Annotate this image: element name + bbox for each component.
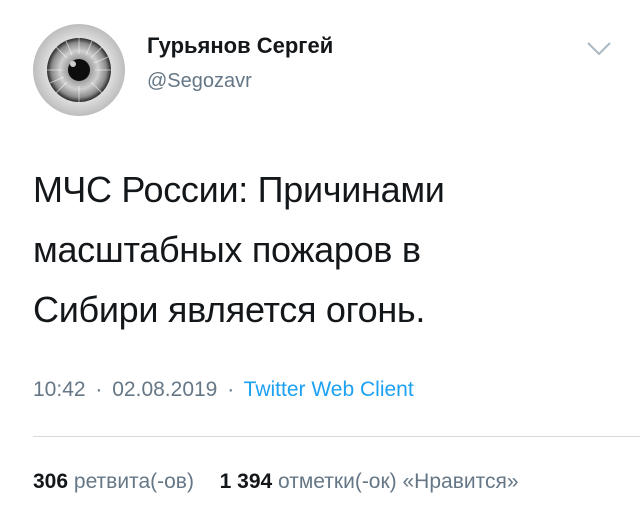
tweet-time[interactable]: 10:42 bbox=[33, 378, 86, 401]
divider bbox=[33, 436, 640, 437]
tweet-card: Гурьянов Сергей @Segozavr МЧС России: Пр… bbox=[0, 0, 640, 520]
avatar[interactable] bbox=[33, 24, 125, 116]
tweet-text-line: масштабных пожаров в bbox=[33, 229, 421, 270]
tweet-stats: 306 ретвита(-ов) 1 394 отметки(-ок) «Нра… bbox=[33, 470, 519, 494]
likes-label[interactable]: отметки(-ок) «Нравится» bbox=[278, 470, 519, 493]
client-link[interactable]: Twitter Web Client bbox=[244, 378, 414, 401]
tweet-date[interactable]: 02.08.2019 bbox=[112, 378, 217, 401]
user-handle[interactable]: @Segozavr bbox=[147, 70, 252, 93]
tweet-text-line: Сибири является огонь. bbox=[33, 289, 426, 330]
tweet-text: МЧС России: Причинами масштабных пожаров… bbox=[33, 160, 593, 340]
meta-separator: · bbox=[227, 378, 235, 401]
likes-count[interactable]: 1 394 bbox=[220, 470, 273, 493]
retweets-label[interactable]: ретвита(-ов) bbox=[74, 470, 194, 493]
chevron-down-icon[interactable] bbox=[586, 40, 612, 58]
meta-separator: · bbox=[95, 378, 103, 401]
tweet-text-line: МЧС России: Причинами bbox=[33, 169, 445, 210]
retweets-count[interactable]: 306 bbox=[33, 470, 68, 493]
display-name[interactable]: Гурьянов Сергей bbox=[147, 33, 333, 59]
tweet-meta: 10:42 · 02.08.2019 · Twitter Web Client bbox=[33, 378, 414, 402]
